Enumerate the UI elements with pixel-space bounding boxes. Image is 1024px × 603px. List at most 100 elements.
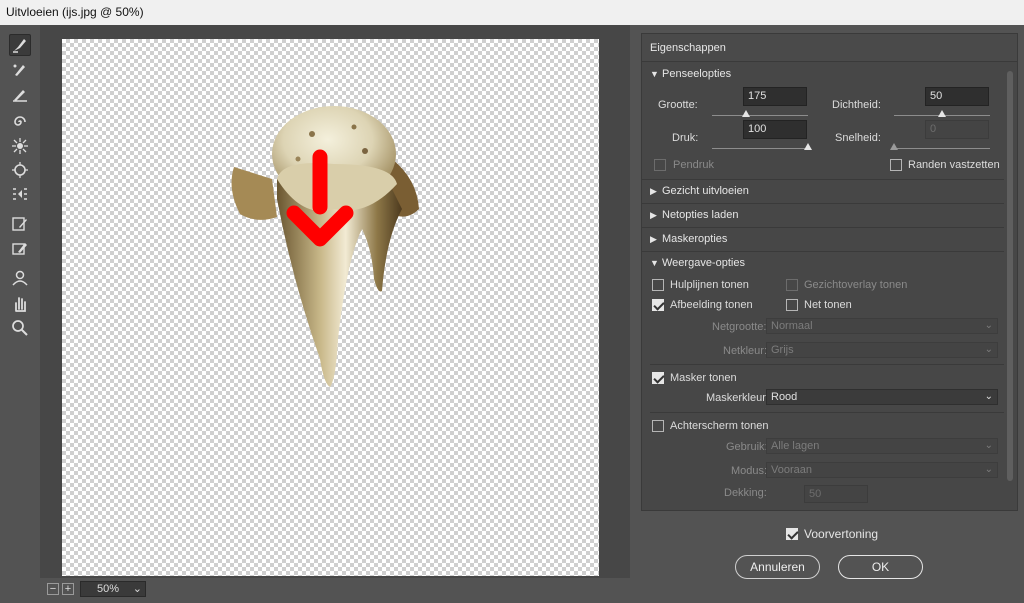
mode-label: Modus: — [731, 465, 768, 477]
pressure-slider[interactable] — [712, 148, 808, 149]
chevron-down-icon: ⌄ — [984, 464, 993, 475]
section-label: Maskeropties — [662, 233, 728, 245]
reconstruct-icon[interactable] — [9, 59, 31, 81]
size-slider-thumb[interactable] — [741, 110, 750, 117]
smooth-icon[interactable] — [9, 83, 31, 105]
show-backdrop-checkbox[interactable] — [652, 420, 664, 432]
size-input[interactable]: 175 — [743, 87, 807, 106]
zoom-bar: − + 50% ⌄ — [40, 578, 630, 603]
panel-scrollbar[interactable] — [1004, 63, 1016, 510]
mask-color-select[interactable]: Rood ⌄ — [766, 389, 998, 405]
section-mask-options[interactable]: ▶ Maskeropties — [642, 227, 1004, 249]
chevron-down-icon: ⌄ — [984, 440, 993, 451]
mask-color-value: Rood — [771, 391, 798, 403]
chevron-down-icon: ⌄ — [132, 583, 142, 595]
triangle-right-icon: ▶ — [650, 186, 657, 196]
use-label: Gebruik: — [726, 441, 768, 453]
density-slider-thumb[interactable] — [938, 110, 946, 117]
zoom-in-button[interactable]: + — [62, 583, 74, 595]
mesh-color-value: Grijs — [771, 344, 794, 356]
divider — [650, 412, 1004, 413]
liquified-icecream-image — [231, 106, 419, 387]
pressure-slider-thumb[interactable] — [804, 143, 812, 150]
divider — [650, 364, 1004, 365]
hand-icon[interactable] — [9, 293, 31, 315]
density-label: Dichtheid: — [832, 99, 881, 111]
cancel-button[interactable]: Annuleren — [735, 555, 820, 579]
show-guides-label: Hulplijnen tonen — [670, 279, 749, 291]
chevron-down-icon: ⌄ — [984, 391, 993, 402]
section-label: Netopties laden — [662, 209, 739, 221]
mesh-color-label: Netkleur: — [723, 345, 768, 357]
mode-value: Vooraan — [771, 464, 812, 476]
section-label: Penseelopties — [662, 68, 732, 80]
show-mask-label: Masker tonen — [670, 372, 737, 384]
rate-input[interactable]: 0 — [925, 120, 989, 139]
rate-label: Snelheid: — [835, 132, 881, 144]
pin-edges-checkbox[interactable] — [890, 159, 902, 171]
twirl-icon[interactable] — [9, 111, 31, 133]
image-canvas[interactable] — [62, 39, 599, 576]
thaw-mask-icon[interactable] — [9, 237, 31, 259]
face-icon[interactable] — [9, 267, 31, 289]
push-left-icon[interactable] — [9, 183, 31, 205]
freeze-mask-icon[interactable] — [9, 213, 31, 235]
mesh-size-label: Netgrootte: — [712, 321, 767, 333]
section-face-liquify[interactable]: ▶ Gezicht uitvloeien — [642, 179, 1004, 201]
mesh-size-select[interactable]: Normaal ⌄ — [766, 318, 998, 334]
section-label: Gezicht uitvloeien — [662, 185, 749, 197]
stylus-pressure-label: Pendruk — [673, 159, 714, 171]
properties-panel: Eigenschappen ▼ Penseelopties Grootte: 17… — [641, 33, 1018, 511]
pucker-icon[interactable] — [9, 135, 31, 157]
preview-checkbox[interactable] — [786, 528, 798, 540]
section-load-mesh[interactable]: ▶ Netopties laden — [642, 203, 1004, 225]
zoom-out-button[interactable]: − — [47, 583, 59, 595]
show-backdrop-label: Achterscherm tonen — [670, 420, 769, 432]
opacity-input[interactable]: 50 — [804, 485, 868, 503]
rate-slider-thumb[interactable] — [890, 143, 898, 150]
size-slider[interactable] — [712, 115, 808, 116]
section-label: Weergave-opties — [662, 257, 745, 269]
rate-slider[interactable] — [894, 148, 990, 149]
forward-warp-icon[interactable] — [9, 34, 31, 56]
show-image-checkbox[interactable] — [652, 299, 664, 311]
window-title: Uitvloeien (ijs.jpg @ 50%) — [0, 0, 1024, 25]
chevron-down-icon: ⌄ — [984, 344, 993, 355]
show-mesh-label: Net tonen — [804, 299, 852, 311]
triangle-down-icon: ▼ — [650, 258, 659, 268]
show-mask-checkbox[interactable] — [652, 372, 664, 384]
use-select[interactable]: Alle lagen ⌄ — [766, 438, 998, 454]
stylus-pressure-checkbox[interactable] — [654, 159, 666, 171]
zoom-level-value: 50% — [97, 583, 120, 595]
section-view-options[interactable]: ▼ Weergave-opties — [642, 251, 1004, 273]
opacity-label: Dekking: — [724, 487, 767, 499]
section-brush-options[interactable]: ▼ Penseelopties — [642, 63, 1004, 85]
bloat-icon[interactable] — [9, 159, 31, 181]
mesh-color-select[interactable]: Grijs ⌄ — [766, 342, 998, 358]
triangle-down-icon: ▼ — [650, 69, 659, 79]
triangle-right-icon: ▶ — [650, 234, 657, 244]
pressure-input[interactable]: 100 — [743, 120, 807, 139]
use-value: Alle lagen — [771, 440, 820, 452]
tools-toolbar — [0, 25, 40, 603]
show-image-label: Afbeelding tonen — [670, 299, 753, 311]
mesh-size-value: Normaal — [771, 320, 813, 332]
triangle-right-icon: ▶ — [650, 210, 657, 220]
panel-title: Eigenschappen — [642, 34, 1017, 62]
pin-edges-label: Randen vastzetten — [908, 159, 1000, 171]
density-input[interactable]: 50 — [925, 87, 989, 106]
chevron-down-icon: ⌄ — [984, 320, 993, 331]
pressure-label: Druk: — [672, 132, 699, 144]
preview-label: Voorvertoning — [804, 527, 879, 541]
scrollbar-thumb[interactable] — [1007, 71, 1013, 481]
ok-button[interactable]: OK — [838, 555, 923, 579]
show-face-overlay-label: Gezichtoverlay tonen — [804, 279, 908, 291]
zoom-icon[interactable] — [9, 317, 31, 339]
show-mesh-checkbox[interactable] — [786, 299, 798, 311]
size-label: Grootte: — [658, 99, 698, 111]
zoom-level-select[interactable]: 50% ⌄ — [80, 581, 146, 597]
mode-select[interactable]: Vooraan ⌄ — [766, 462, 998, 478]
show-guides-checkbox[interactable] — [652, 279, 664, 291]
mask-color-label: Maskerkleur: — [706, 392, 769, 404]
show-face-overlay-checkbox[interactable] — [786, 279, 798, 291]
